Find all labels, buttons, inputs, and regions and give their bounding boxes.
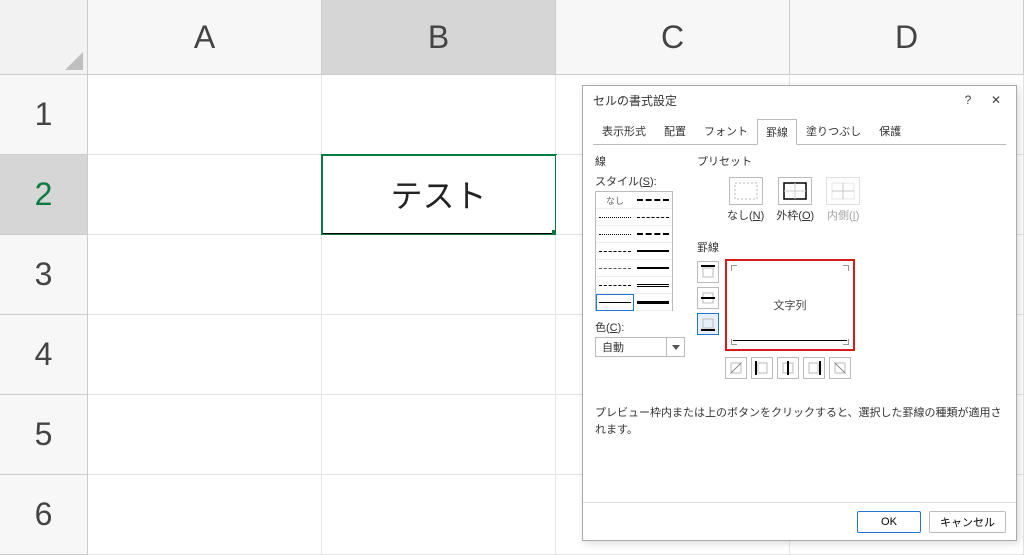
cell-B2[interactable]: テスト	[322, 155, 556, 235]
line-style-opt[interactable]	[634, 226, 672, 243]
border-bottom-button[interactable]	[697, 313, 719, 335]
border-horizontal-button[interactable]	[697, 287, 719, 309]
border-top-button[interactable]	[697, 261, 719, 283]
cell-A3[interactable]	[88, 235, 322, 315]
dialog-footer: OK キャンセル	[583, 502, 1016, 540]
preset-group: プリセット なし(N) 外枠(O) 内側(I)	[697, 153, 1004, 231]
cell-A6[interactable]	[88, 475, 322, 555]
chevron-down-icon	[672, 345, 680, 350]
preset-group-label: プリセット	[697, 153, 1004, 169]
border-vertical-button[interactable]	[777, 357, 799, 379]
line-style-opt[interactable]	[596, 260, 634, 277]
format-cells-dialog: セルの書式設定 ? ✕ 表示形式 配置 フォント 罫線 塗りつぶし 保護 線 ス…	[582, 85, 1017, 541]
hint-text: プレビュー枠内または上のボタンをクリックすると、選択した罫線の種類が適用されます…	[583, 395, 1016, 438]
dialog-title: セルの書式設定	[593, 92, 954, 109]
style-label: スタイル(S):	[595, 173, 685, 189]
tab-font[interactable]: フォント	[695, 118, 757, 144]
line-style-opt[interactable]	[634, 192, 672, 209]
tab-number[interactable]: 表示形式	[593, 118, 655, 144]
tab-protection[interactable]: 保護	[870, 118, 910, 144]
cell-B1[interactable]	[322, 75, 556, 155]
line-style-opt[interactable]	[634, 260, 672, 277]
cancel-button[interactable]: キャンセル	[929, 511, 1006, 533]
column-headers: A B C D	[0, 0, 1024, 75]
col-header-A[interactable]: A	[88, 0, 322, 75]
tab-border[interactable]: 罫線	[757, 119, 797, 145]
row-header-3[interactable]: 3	[0, 235, 88, 315]
line-group: 線 スタイル(S): なし	[595, 153, 685, 365]
line-style-opt[interactable]	[596, 209, 634, 226]
preview-text: 文字列	[774, 297, 807, 313]
color-dropdown-button[interactable]	[667, 337, 685, 357]
line-group-label: 線	[595, 153, 685, 169]
line-style-opt[interactable]	[596, 243, 634, 260]
border-diag-up-button[interactable]	[725, 357, 747, 379]
border-preview[interactable]: 文字列	[725, 259, 855, 351]
row-header-5[interactable]: 5	[0, 395, 88, 475]
row-header-6[interactable]: 6	[0, 475, 88, 555]
line-style-opt[interactable]	[634, 277, 672, 294]
row-header-1[interactable]: 1	[0, 75, 88, 155]
row-header-4[interactable]: 4	[0, 315, 88, 395]
line-style-list[interactable]: なし	[595, 191, 673, 311]
color-picker[interactable]: 自動	[595, 337, 685, 357]
help-button[interactable]: ?	[954, 88, 982, 112]
cell-B5[interactable]	[322, 395, 556, 475]
ok-button[interactable]: OK	[857, 511, 921, 533]
col-header-B[interactable]: B	[322, 0, 556, 75]
cell-A1[interactable]	[88, 75, 322, 155]
line-style-opt[interactable]	[596, 277, 634, 294]
preset-outline[interactable]: 外枠(O)	[776, 177, 814, 223]
line-style-thin[interactable]	[596, 294, 634, 311]
preset-inside[interactable]: 内側(I)	[826, 177, 860, 223]
col-header-D[interactable]: D	[790, 0, 1024, 75]
cell-A2[interactable]	[88, 155, 322, 235]
line-style-opt[interactable]	[634, 243, 672, 260]
line-style-opt[interactable]	[596, 226, 634, 243]
tab-alignment[interactable]: 配置	[655, 118, 695, 144]
border-diag-down-button[interactable]	[829, 357, 851, 379]
color-label: 色(C):	[595, 319, 685, 335]
color-value: 自動	[595, 337, 667, 357]
preset-none[interactable]: なし(N)	[727, 177, 764, 223]
cell-B4[interactable]	[322, 315, 556, 395]
line-style-opt[interactable]	[634, 209, 672, 226]
cell-B6[interactable]	[322, 475, 556, 555]
cell-B3[interactable]	[322, 235, 556, 315]
border-group-label: 罫線	[697, 239, 1004, 255]
cell-A4[interactable]	[88, 315, 322, 395]
border-group: 罫線 文字列	[697, 239, 1004, 387]
dialog-titlebar[interactable]: セルの書式設定 ? ✕	[583, 86, 1016, 114]
border-left-button[interactable]	[751, 357, 773, 379]
preview-bottom-border	[733, 340, 847, 341]
dialog-tabs: 表示形式 配置 フォント 罫線 塗りつぶし 保護	[583, 114, 1016, 144]
select-all-corner[interactable]	[0, 0, 88, 75]
line-style-none[interactable]: なし	[596, 192, 634, 209]
tab-fill[interactable]: 塗りつぶし	[797, 118, 870, 144]
cell-A5[interactable]	[88, 395, 322, 475]
col-header-C[interactable]: C	[556, 0, 790, 75]
close-button[interactable]: ✕	[982, 88, 1010, 112]
line-style-thick[interactable]	[634, 294, 672, 311]
row-header-2[interactable]: 2	[0, 155, 88, 235]
border-right-button[interactable]	[803, 357, 825, 379]
